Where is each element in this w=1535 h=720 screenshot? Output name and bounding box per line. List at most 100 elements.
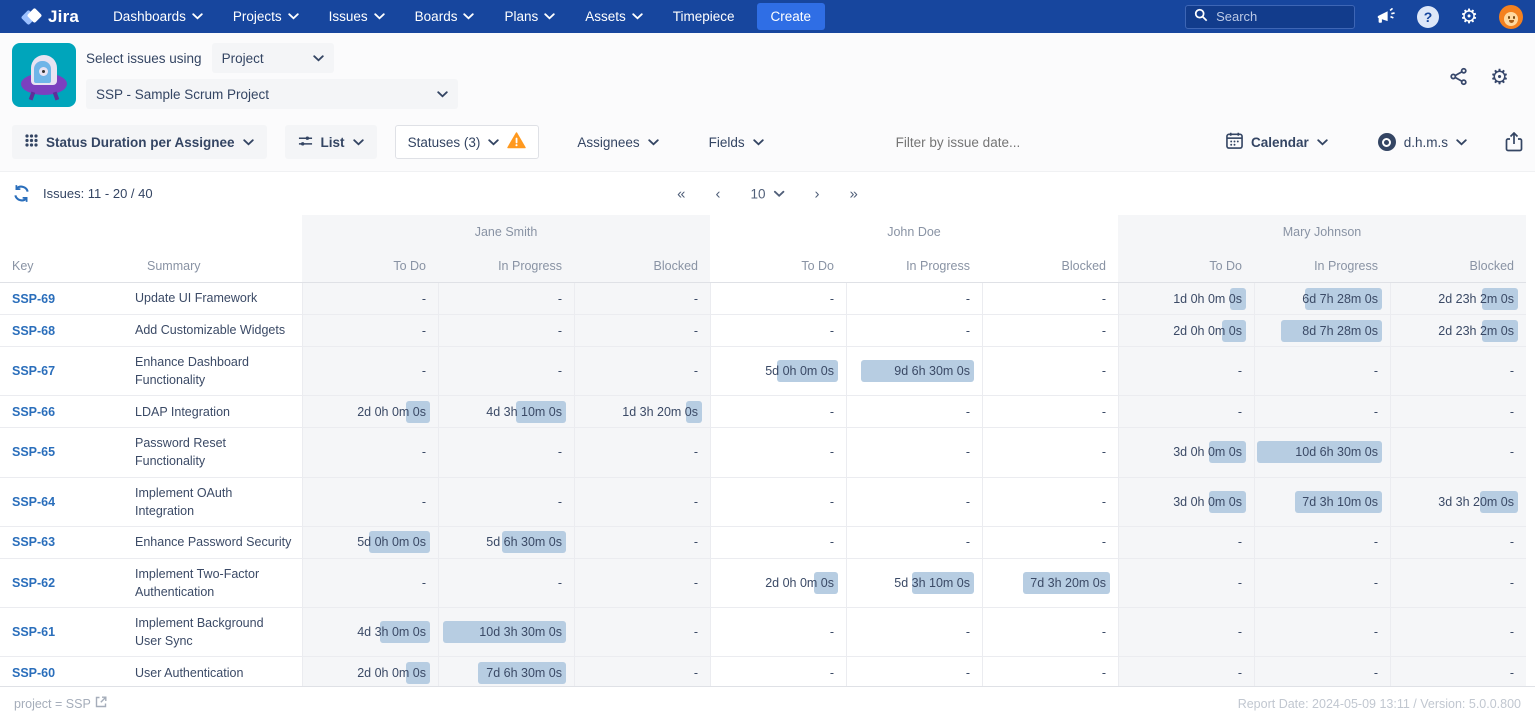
warning-icon [507, 132, 526, 152]
user-avatar[interactable] [1499, 5, 1523, 29]
duration-cell: - [982, 283, 1118, 314]
search-input[interactable] [1216, 9, 1336, 24]
duration-value: - [830, 495, 834, 509]
chevron-down-icon [774, 190, 785, 197]
nav-timepiece[interactable]: Timepiece [673, 9, 735, 24]
duration-cell: - [846, 428, 982, 476]
summary-cell: Update UI Framework [135, 283, 302, 314]
duration-value: - [694, 576, 698, 590]
duration-value: - [1102, 405, 1106, 419]
duration-cell: - [1118, 657, 1254, 688]
nav-projects[interactable]: Projects [233, 9, 299, 24]
duration-value: - [694, 666, 698, 680]
duration-cell: - [1390, 657, 1526, 688]
nav-boards[interactable]: Boards [415, 9, 475, 24]
duration-value: 1d 3h 20m 0s [622, 405, 698, 419]
duration-value: - [1238, 625, 1242, 639]
duration-cell: 2d 23h 2m 0s [1390, 315, 1526, 346]
duration-value: - [830, 535, 834, 549]
table-row: SSP-60User Authentication2d 0h 0m 0s7d 6… [0, 657, 1526, 689]
assignee-group-label: John Doe [710, 215, 1118, 249]
duration-value: 7d 3h 20m 0s [1030, 576, 1106, 590]
issue-key-link[interactable]: SSP-62 [12, 576, 55, 590]
duration-value: - [1510, 576, 1514, 590]
create-button[interactable]: Create [757, 3, 826, 30]
issues-count-label: Issues: 11 - 20 / 40 [43, 186, 153, 201]
nav-assets[interactable]: Assets [585, 9, 643, 24]
duration-cell: - [1254, 527, 1390, 558]
settings-gear-icon[interactable]: ⚙ [1460, 7, 1478, 27]
duration-cell: 4d 3h 0m 0s [302, 608, 438, 656]
nav-issues[interactable]: Issues [329, 9, 385, 24]
issue-key-link[interactable]: SSP-63 [12, 535, 55, 549]
duration-cell: - [1254, 657, 1390, 688]
assignees-filter-button[interactable]: Assignees [565, 125, 670, 159]
report-footer: project = SSP Report Date: 2024-05-09 13… [0, 686, 1535, 720]
issue-key-link[interactable]: SSP-68 [12, 324, 55, 338]
gadget-settings-icon[interactable]: ⚙ [1490, 67, 1509, 88]
statuses-filter-button[interactable]: Statuses (3) [395, 125, 540, 159]
project-select[interactable]: SSP - Sample Scrum Project [86, 79, 458, 109]
announcements-icon[interactable] [1376, 8, 1396, 26]
export-icon[interactable] [1505, 132, 1523, 152]
duration-value: - [1374, 405, 1378, 419]
duration-cell: - [846, 315, 982, 346]
nav-dashboards[interactable]: Dashboards [113, 9, 203, 24]
duration-value: - [1374, 364, 1378, 378]
duration-value: 3d 0h 0m 0s [1173, 445, 1242, 459]
global-search[interactable] [1185, 5, 1355, 29]
duration-cell: - [846, 396, 982, 427]
status-column-header: Blocked [982, 249, 1118, 282]
duration-format-button[interactable]: d.h.m.s [1366, 125, 1479, 159]
issue-key-link[interactable]: SSP-60 [12, 666, 55, 680]
refresh-icon[interactable] [12, 184, 31, 203]
duration-cell: 6d 7h 28m 0s [1254, 283, 1390, 314]
chevron-down-icon [753, 139, 764, 146]
report-type-button[interactable]: Status Duration per Assignee [12, 125, 267, 159]
nav-plans[interactable]: Plans [504, 9, 555, 24]
issue-key-link[interactable]: SSP-61 [12, 625, 55, 639]
help-icon[interactable]: ? [1417, 6, 1439, 28]
calendar-button[interactable]: Calendar [1214, 125, 1340, 159]
issue-key-link[interactable]: SSP-69 [12, 292, 55, 306]
last-page-button[interactable]: » [850, 185, 858, 202]
duration-cell: - [438, 559, 574, 607]
fields-button[interactable]: Fields [697, 125, 776, 159]
share-icon[interactable] [1449, 67, 1468, 86]
issue-date-filter-input[interactable] [896, 135, 1076, 150]
issue-key-link[interactable]: SSP-67 [12, 364, 55, 378]
jira-logo[interactable]: Jira [22, 7, 79, 27]
summary-cell: Enhance Dashboard Functionality [135, 347, 302, 395]
duration-value: - [1102, 625, 1106, 639]
issue-source-select[interactable]: Project [212, 43, 334, 73]
duration-value: - [966, 445, 970, 459]
jql-link[interactable]: project = SSP [14, 696, 107, 711]
chevron-down-icon [632, 13, 643, 20]
duration-value: - [694, 535, 698, 549]
view-mode-button[interactable]: List [285, 125, 377, 159]
status-column-header: In Progress [438, 249, 574, 282]
issue-key-link[interactable]: SSP-65 [12, 445, 55, 459]
duration-value: - [966, 666, 970, 680]
duration-value: - [1238, 535, 1242, 549]
duration-value: - [830, 324, 834, 338]
next-page-button[interactable]: › [815, 185, 820, 202]
duration-value: 3d 3h 20m 0s [1438, 495, 1514, 509]
first-page-button[interactable]: « [677, 185, 685, 202]
chevron-down-icon [648, 139, 659, 146]
duration-cell: - [1118, 347, 1254, 395]
chevron-down-icon [374, 13, 385, 20]
table-row: SSP-62Implement Two-Factor Authenticatio… [0, 559, 1526, 608]
key-cell: SSP-67 [0, 347, 135, 395]
issue-key-link[interactable]: SSP-64 [12, 495, 55, 509]
duration-value: - [1102, 495, 1106, 509]
issue-key-link[interactable]: SSP-66 [12, 405, 55, 419]
page-size-select[interactable]: 10 [750, 186, 784, 201]
duration-cell: - [1390, 396, 1526, 427]
duration-cell: 10d 6h 30m 0s [1254, 428, 1390, 476]
duration-value: 5d 0h 0m 0s [357, 535, 426, 549]
duration-cell: - [710, 428, 846, 476]
prev-page-button[interactable]: ‹ [715, 185, 720, 202]
duration-value: - [1374, 535, 1378, 549]
duration-cell: - [574, 347, 710, 395]
